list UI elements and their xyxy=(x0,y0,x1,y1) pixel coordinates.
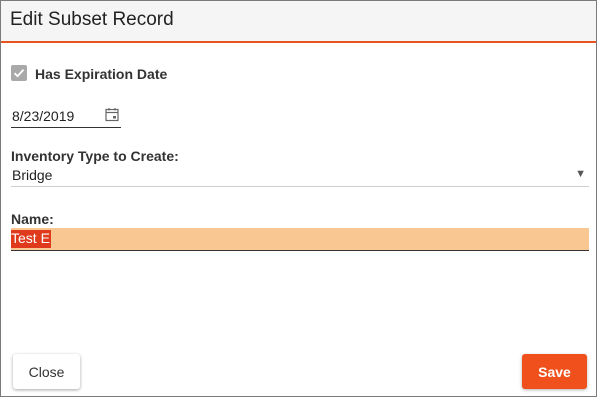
dialog-header: Edit Subset Record xyxy=(1,1,596,43)
edit-subset-dialog: Edit Subset Record Has Expiration Date 8… xyxy=(0,0,597,397)
has-expiration-checkbox[interactable] xyxy=(11,65,27,81)
has-expiration-label: Has Expiration Date xyxy=(35,66,168,82)
dropdown-arrow-icon[interactable]: ▼ xyxy=(575,168,586,180)
inventory-type-value: Bridge xyxy=(12,167,53,183)
calendar-icon[interactable] xyxy=(105,107,119,122)
inventory-type-label: Inventory Type to Create: xyxy=(11,148,179,164)
expiration-date-value: 8/23/2019 xyxy=(12,108,75,124)
name-label: Name: xyxy=(11,211,54,227)
inventory-type-select[interactable]: Bridge ▼ xyxy=(11,165,589,187)
name-input[interactable]: Test E xyxy=(11,228,589,251)
close-button[interactable]: Close xyxy=(13,354,80,389)
expiration-date-input[interactable]: 8/23/2019 xyxy=(11,105,121,128)
save-button[interactable]: Save xyxy=(522,354,587,389)
check-icon xyxy=(13,69,25,78)
name-input-value: Test E xyxy=(11,230,51,248)
dialog-title: Edit Subset Record xyxy=(10,9,174,30)
